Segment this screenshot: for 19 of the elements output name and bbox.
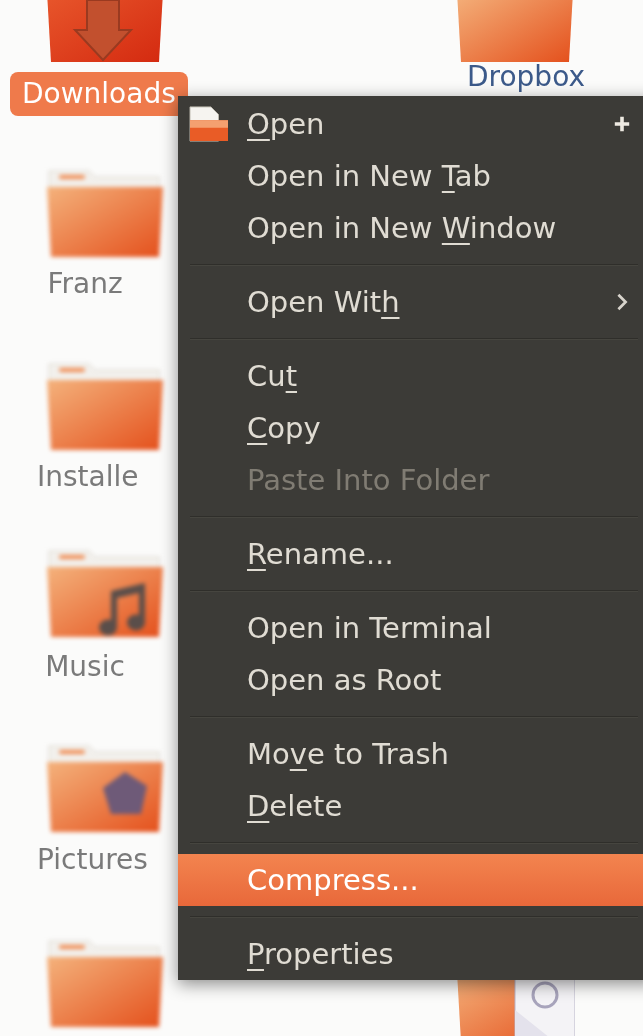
icon-label[interactable]: Pictures xyxy=(25,838,160,882)
icon-label[interactable]: Music xyxy=(25,645,145,689)
menu-item[interactable]: Copy xyxy=(247,408,321,448)
plus-icon xyxy=(613,115,631,133)
menu-item[interactable]: Move to Trash xyxy=(247,734,449,774)
menu-item[interactable]: Open in Terminal xyxy=(247,608,492,648)
icon-label[interactable]: Franz xyxy=(25,262,145,306)
menu-item[interactable]: Properties xyxy=(247,934,394,974)
menu-item[interactable]: Open xyxy=(247,104,325,144)
folder-icon xyxy=(188,105,230,143)
menu-item[interactable]: Open in New Tab xyxy=(247,156,491,196)
menu-item[interactable]: Delete xyxy=(247,786,343,826)
menu-item[interactable]: Rename... xyxy=(247,534,394,574)
menu-item[interactable]: Cut xyxy=(247,356,297,396)
menu-item[interactable]: Open in New Window xyxy=(247,208,557,248)
icon-label[interactable]: Dropbox xyxy=(455,60,597,94)
menu-item[interactable]: Open With xyxy=(247,282,400,322)
menu-item[interactable]: Open as Root xyxy=(247,660,442,700)
icon-label[interactable]: Installe xyxy=(25,455,151,499)
